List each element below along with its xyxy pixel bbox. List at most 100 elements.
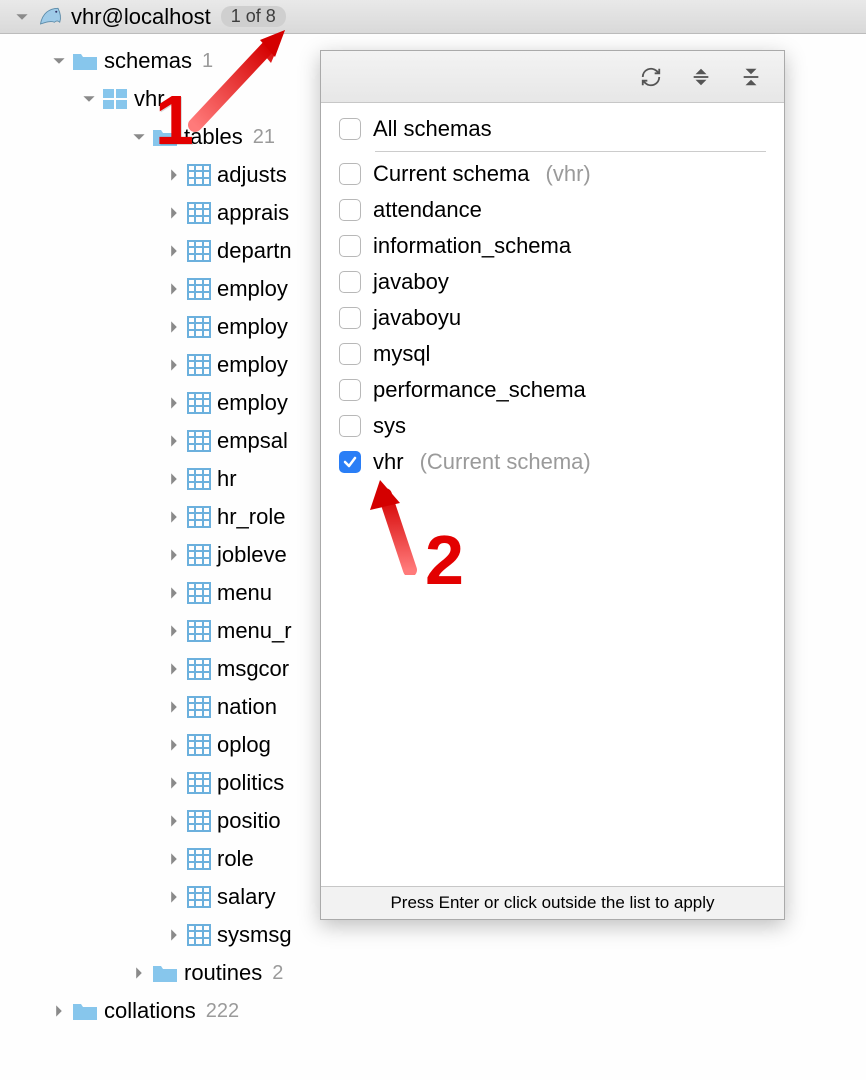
- current-schema-hint: (vhr): [546, 161, 591, 187]
- checkbox[interactable]: [339, 307, 361, 329]
- chevron-right-icon[interactable]: [167, 472, 181, 486]
- mysql-dolphin-icon: [37, 3, 65, 31]
- table-icon: [187, 164, 211, 186]
- folder-icon: [72, 50, 98, 72]
- connection-header: vhr@localhost 1 of 8: [0, 0, 866, 34]
- refresh-icon[interactable]: [640, 66, 662, 88]
- chevron-right-icon[interactable]: [167, 776, 181, 790]
- chevron-right-icon[interactable]: [132, 966, 146, 980]
- table-icon: [187, 886, 211, 908]
- chevron-down-icon[interactable]: [52, 54, 66, 68]
- schema-row[interactable]: attendance: [339, 192, 766, 228]
- checkbox[interactable]: [339, 379, 361, 401]
- chevron-right-icon[interactable]: [167, 244, 181, 258]
- table-icon: [187, 582, 211, 604]
- checkbox[interactable]: [339, 235, 361, 257]
- schema-row[interactable]: sys: [339, 408, 766, 444]
- collations-count: 222: [206, 1000, 239, 1023]
- chevron-right-icon[interactable]: [167, 890, 181, 904]
- chevron-right-icon[interactable]: [167, 928, 181, 942]
- divider: [375, 151, 766, 152]
- chevron-right-icon[interactable]: [167, 814, 181, 828]
- table-icon: [187, 278, 211, 300]
- schema-row[interactable]: javaboy: [339, 264, 766, 300]
- chevron-right-icon[interactable]: [167, 852, 181, 866]
- table-name: adjusts: [217, 162, 287, 188]
- chevron-right-icon[interactable]: [167, 282, 181, 296]
- table-name: empsal: [217, 428, 288, 454]
- table-icon: [187, 544, 211, 566]
- table-name: apprais: [217, 200, 289, 226]
- checkbox[interactable]: [339, 118, 361, 140]
- chevron-right-icon[interactable]: [167, 510, 181, 524]
- connection-label[interactable]: vhr@localhost: [71, 4, 211, 30]
- chevron-right-icon[interactable]: [52, 1004, 66, 1018]
- table-icon: [187, 658, 211, 680]
- schema-name: information_schema: [373, 233, 571, 259]
- chevron-right-icon[interactable]: [167, 206, 181, 220]
- schema-icon: [102, 88, 128, 110]
- chevron-right-icon[interactable]: [167, 624, 181, 638]
- all-schemas-row[interactable]: All schemas: [339, 111, 766, 147]
- checkbox[interactable]: [339, 199, 361, 221]
- chevron-right-icon[interactable]: [167, 586, 181, 600]
- chevron-right-icon[interactable]: [167, 548, 181, 562]
- schema-filter-popup: All schemas Current schema (vhr) attenda…: [320, 50, 785, 920]
- schema-name: javaboyu: [373, 305, 461, 331]
- checkbox[interactable]: [339, 415, 361, 437]
- table-icon: [187, 810, 211, 832]
- schema-row[interactable]: vhr(Current schema): [339, 444, 766, 480]
- collapse-all-icon[interactable]: [740, 66, 762, 88]
- folder-icon: [152, 962, 178, 984]
- table-name: hr_role: [217, 504, 285, 530]
- chevron-right-icon[interactable]: [167, 700, 181, 714]
- schema-row[interactable]: mysql: [339, 336, 766, 372]
- chevron-right-icon[interactable]: [167, 168, 181, 182]
- collations-label: collations: [104, 998, 196, 1024]
- table-name: employ: [217, 276, 288, 302]
- chevron-right-icon[interactable]: [167, 738, 181, 752]
- schema-row[interactable]: javaboyu: [339, 300, 766, 336]
- chevron-right-icon[interactable]: [167, 320, 181, 334]
- routines-count: 2: [272, 962, 283, 985]
- schema-name: javaboy: [373, 269, 449, 295]
- table-name: menu: [217, 580, 272, 606]
- table-name: departn: [217, 238, 292, 264]
- table-icon: [187, 430, 211, 452]
- table-name: sysmsg: [217, 922, 292, 948]
- schema-row[interactable]: performance_schema: [339, 372, 766, 408]
- chevron-right-icon[interactable]: [167, 434, 181, 448]
- checkbox[interactable]: [339, 343, 361, 365]
- chevron-down-icon[interactable]: [82, 92, 96, 106]
- table-icon: [187, 506, 211, 528]
- table-icon: [187, 392, 211, 414]
- table-name: politics: [217, 770, 284, 796]
- table-icon: [187, 772, 211, 794]
- popup-body: All schemas Current schema (vhr) attenda…: [321, 103, 784, 886]
- chevron-right-icon[interactable]: [167, 358, 181, 372]
- table-icon: [187, 468, 211, 490]
- table-name: jobleve: [217, 542, 287, 568]
- checkbox[interactable]: [339, 163, 361, 185]
- checkbox[interactable]: [339, 451, 361, 473]
- collations-node[interactable]: collations 222: [12, 992, 866, 1030]
- folder-icon: [72, 1000, 98, 1022]
- chevron-right-icon[interactable]: [167, 396, 181, 410]
- table-icon: [187, 620, 211, 642]
- tables-label: tables: [184, 124, 243, 150]
- table-icon: [187, 848, 211, 870]
- routines-node[interactable]: routines 2: [12, 954, 866, 992]
- chevron-right-icon[interactable]: [167, 662, 181, 676]
- checkbox[interactable]: [339, 271, 361, 293]
- popup-toolbar: [321, 51, 784, 103]
- expand-all-icon[interactable]: [690, 66, 712, 88]
- table-name: oplog: [217, 732, 271, 758]
- table-node[interactable]: sysmsg: [12, 916, 866, 954]
- schema-row[interactable]: information_schema: [339, 228, 766, 264]
- chevron-down-icon[interactable]: [132, 130, 146, 144]
- table-name: hr: [217, 466, 237, 492]
- schema-name: performance_schema: [373, 377, 586, 403]
- current-schema-row[interactable]: Current schema (vhr): [339, 156, 766, 192]
- chevron-down-icon[interactable]: [15, 10, 29, 24]
- schema-count-badge[interactable]: 1 of 8: [221, 6, 286, 27]
